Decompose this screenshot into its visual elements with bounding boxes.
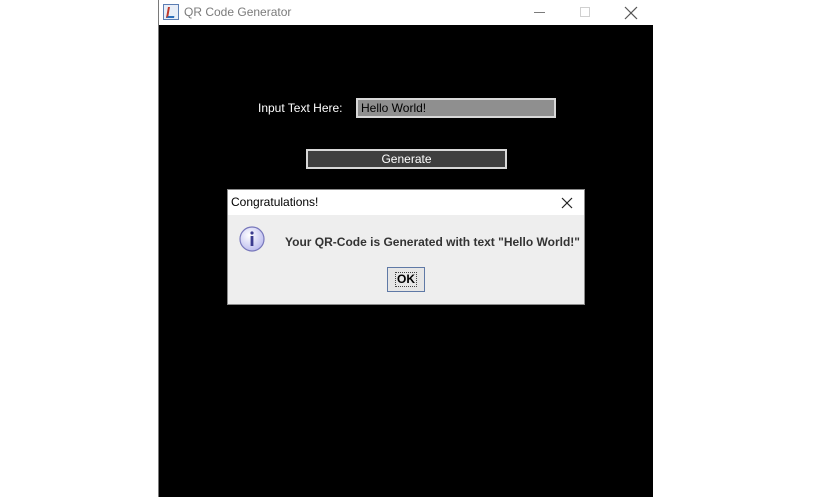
- ok-button-label: OK: [395, 272, 417, 287]
- minimize-button[interactable]: [516, 0, 562, 25]
- message-dialog: Congratulations! Your QR-Code is Generat…: [227, 189, 585, 305]
- ok-button[interactable]: OK: [387, 267, 425, 292]
- dialog-close-button[interactable]: [558, 194, 576, 212]
- close-button[interactable]: [608, 0, 654, 25]
- text-input[interactable]: [356, 98, 556, 118]
- close-icon: [624, 6, 638, 20]
- maximize-button[interactable]: [562, 0, 608, 25]
- info-icon: [239, 226, 265, 252]
- dialog-title: Congratulations!: [231, 195, 319, 209]
- generate-button[interactable]: Generate: [306, 149, 507, 169]
- dialog-titlebar[interactable]: Congratulations!: [228, 190, 584, 215]
- dialog-message: Your QR-Code is Generated with text "Hel…: [285, 235, 580, 249]
- close-icon: [561, 197, 573, 209]
- window-titlebar[interactable]: QR Code Generator: [159, 0, 653, 25]
- input-label: Input Text Here:: [258, 101, 343, 115]
- java-app-icon: [163, 4, 179, 20]
- window-title: QR Code Generator: [184, 5, 292, 19]
